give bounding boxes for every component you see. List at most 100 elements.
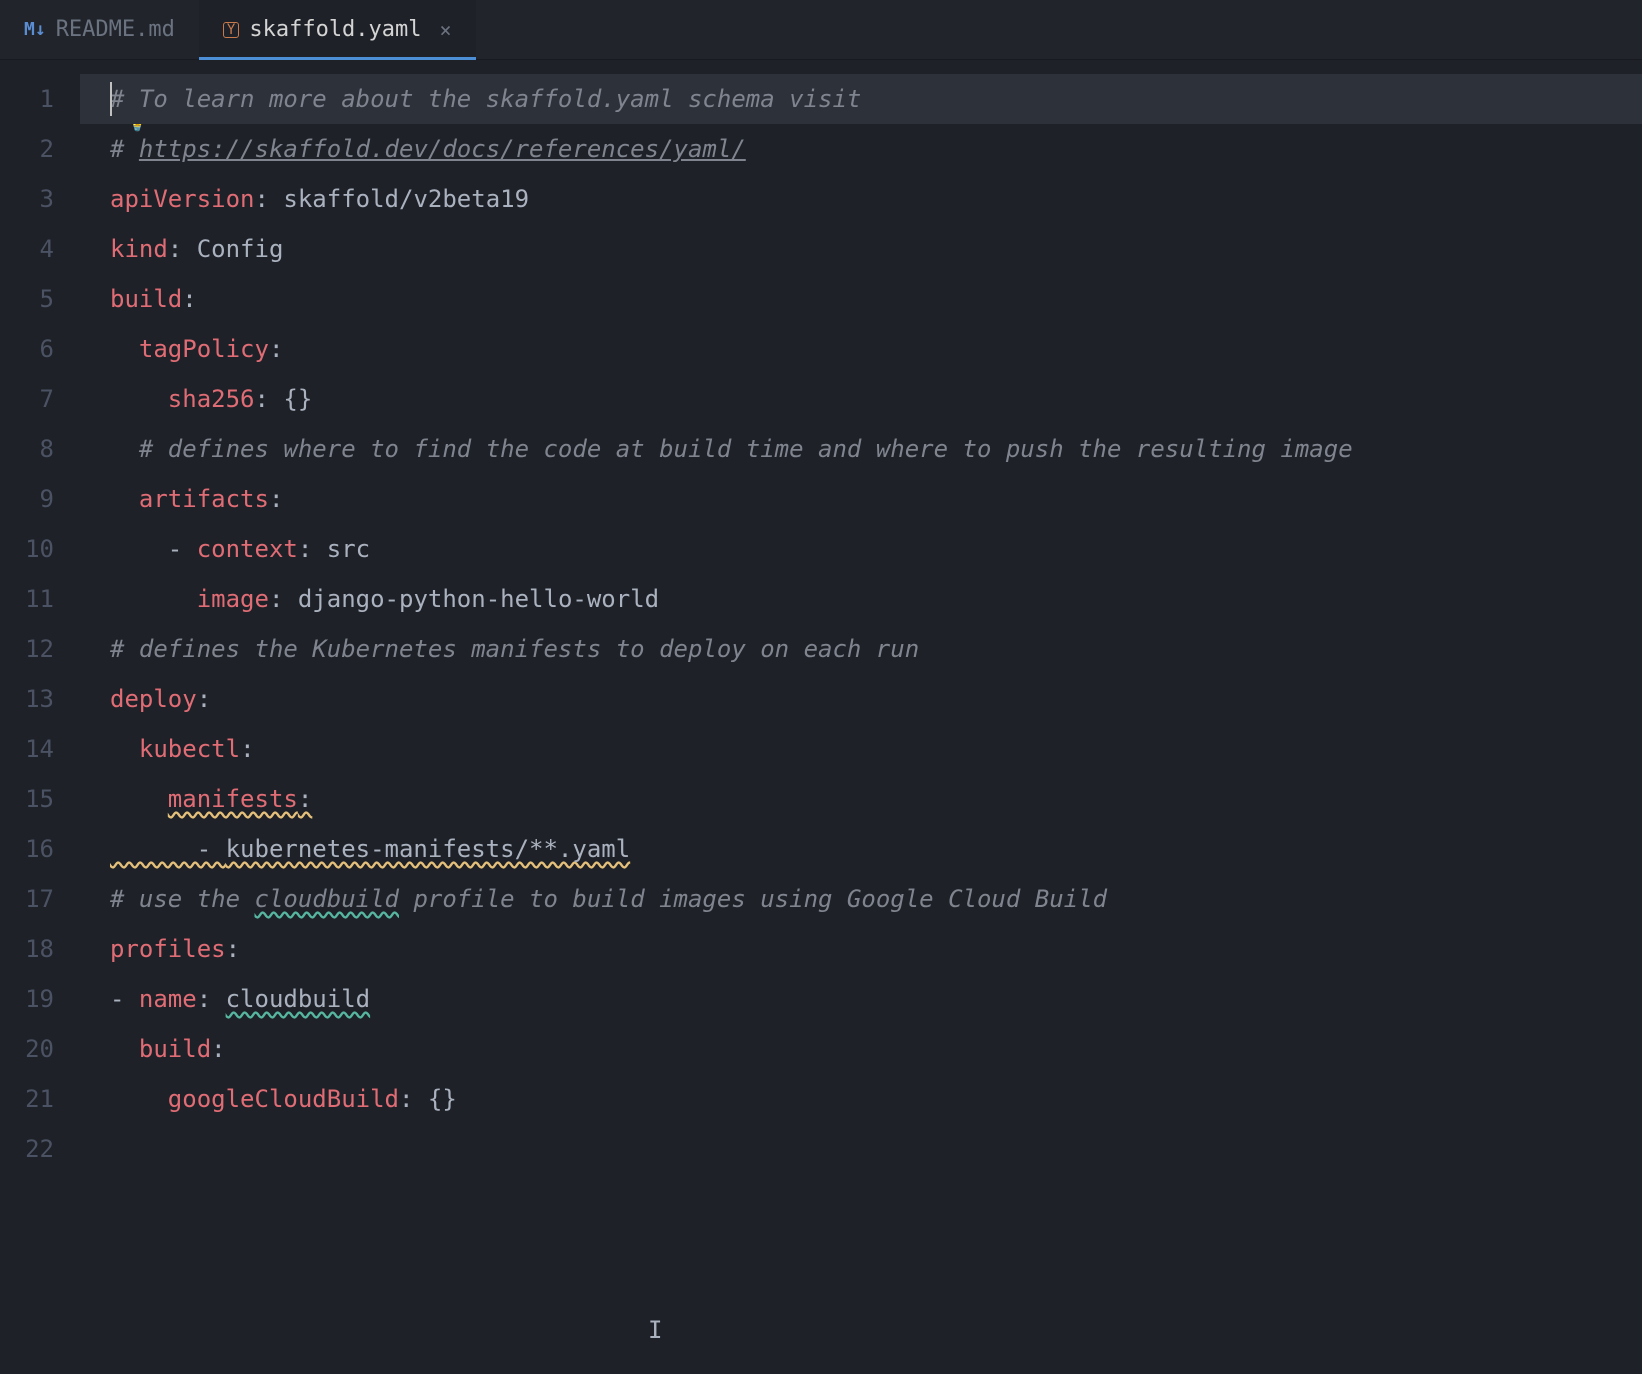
token: : — [399, 1085, 428, 1113]
code-line[interactable]: kubectl: — [80, 724, 1642, 774]
token: context — [197, 535, 298, 563]
token: googleCloudBuild — [168, 1085, 399, 1113]
code-line[interactable]: - name: cloudbuild — [80, 974, 1642, 1024]
line-number: 20 — [0, 1024, 80, 1074]
code-line[interactable]: # defines where to find the code at buil… — [80, 424, 1642, 474]
token: {} — [428, 1085, 457, 1113]
line-number: 10 — [0, 524, 80, 574]
line-number: 4 — [0, 224, 80, 274]
yaml-icon: Y — [223, 22, 239, 38]
line-number: 6 — [0, 324, 80, 374]
code-line[interactable]: tagPolicy: — [80, 324, 1642, 374]
token — [110, 435, 139, 463]
token: # defines where to find the code at buil… — [139, 435, 1353, 463]
markdown-icon: M↓ — [24, 19, 46, 40]
code-line[interactable]: artifacts: — [80, 474, 1642, 524]
line-number: 2 — [0, 124, 80, 174]
token: : — [269, 335, 283, 363]
line-number: 7 — [0, 374, 80, 424]
token: : — [226, 935, 240, 963]
code-line[interactable] — [80, 1124, 1642, 1174]
token: {} — [283, 385, 312, 413]
code-line[interactable]: profiles: — [80, 924, 1642, 974]
token: artifacts — [139, 485, 269, 513]
tab-skaffold-yaml[interactable]: Yskaffold.yaml × — [199, 0, 476, 59]
code-line[interactable]: # https://skaffold.dev/docs/references/y… — [80, 124, 1642, 174]
token: : — [255, 185, 284, 213]
token: : — [168, 235, 197, 263]
token — [110, 335, 139, 363]
token: kubectl — [139, 735, 240, 763]
line-number: 1 — [0, 74, 80, 124]
code-line[interactable]: apiVersion: skaffold/v2beta19 — [80, 174, 1642, 224]
token: - — [110, 835, 226, 863]
token — [110, 785, 168, 813]
text-caret — [110, 82, 112, 116]
editor: 12345678910111213141516171819202122 💡 # … — [0, 60, 1642, 1374]
token: apiVersion — [110, 185, 255, 213]
token: name — [139, 985, 197, 1013]
code-line[interactable]: sha256: {} — [80, 374, 1642, 424]
token: sha256 — [168, 385, 255, 413]
token — [110, 385, 168, 413]
code-line[interactable]: deploy: — [80, 674, 1642, 724]
code-line[interactable]: # use the cloudbuild profile to build im… — [80, 874, 1642, 924]
line-number: 17 — [0, 874, 80, 924]
token — [110, 735, 139, 763]
token: build — [110, 285, 182, 313]
code-line[interactable]: googleCloudBuild: {} — [80, 1074, 1642, 1124]
line-gutter: 12345678910111213141516171819202122 — [0, 60, 80, 1374]
line-number: 3 — [0, 174, 80, 224]
token — [110, 485, 139, 513]
token: : — [298, 535, 327, 563]
line-number: 12 — [0, 624, 80, 674]
code-line[interactable]: manifests: — [80, 774, 1642, 824]
code-line[interactable]: image: django-python-hello-world — [80, 574, 1642, 624]
token: manifests — [168, 785, 298, 813]
token: : — [269, 485, 283, 513]
token: : — [182, 285, 196, 313]
token: - — [110, 985, 139, 1013]
code-line[interactable]: # defines the Kubernetes manifests to de… — [80, 624, 1642, 674]
token: kubernetes-manifests/**.yaml — [226, 835, 631, 863]
code-area[interactable]: 💡 # To learn more about the skaffold.yam… — [80, 60, 1642, 1374]
token: # — [110, 135, 139, 163]
line-number: 11 — [0, 574, 80, 624]
code-line[interactable]: build: — [80, 1024, 1642, 1074]
token: profile to build images using Google Clo… — [399, 885, 1107, 913]
tab-label: README.md — [56, 17, 175, 42]
token: https://skaffold.dev/docs/references/yam… — [139, 135, 746, 163]
token: Config — [197, 235, 284, 263]
code-line[interactable]: build: — [80, 274, 1642, 324]
tab-label: skaffold.yaml — [249, 17, 421, 42]
code-line[interactable]: # To learn more about the skaffold.yaml … — [80, 74, 1642, 124]
token: deploy — [110, 685, 197, 713]
code-line[interactable]: - kubernetes-manifests/**.yaml — [80, 824, 1642, 874]
token: : — [269, 585, 298, 613]
token — [110, 1035, 139, 1063]
token: build — [139, 1035, 211, 1063]
token: src — [327, 535, 370, 563]
line-number: 14 — [0, 724, 80, 774]
line-number: 22 — [0, 1124, 80, 1174]
token: # use the — [110, 885, 255, 913]
token: image — [197, 585, 269, 613]
token: cloudbuild — [255, 885, 400, 913]
token: : — [298, 785, 312, 813]
token: - — [110, 535, 197, 563]
token: cloudbuild — [226, 985, 371, 1013]
token: tagPolicy — [139, 335, 269, 363]
text-cursor-icon: I — [648, 1316, 662, 1344]
token: django-python-hello-world — [298, 585, 659, 613]
token: profiles — [110, 935, 226, 963]
token — [110, 1085, 168, 1113]
line-number: 15 — [0, 774, 80, 824]
code-line[interactable]: - context: src — [80, 524, 1642, 574]
line-number: 19 — [0, 974, 80, 1024]
line-number: 5 — [0, 274, 80, 324]
close-icon[interactable]: × — [440, 18, 452, 42]
code-line[interactable]: kind: Config — [80, 224, 1642, 274]
token: : — [240, 735, 254, 763]
tab-README-md[interactable]: M↓ README.md — [0, 0, 199, 59]
editor-tabs: M↓ README.md Yskaffold.yaml × — [0, 0, 1642, 60]
